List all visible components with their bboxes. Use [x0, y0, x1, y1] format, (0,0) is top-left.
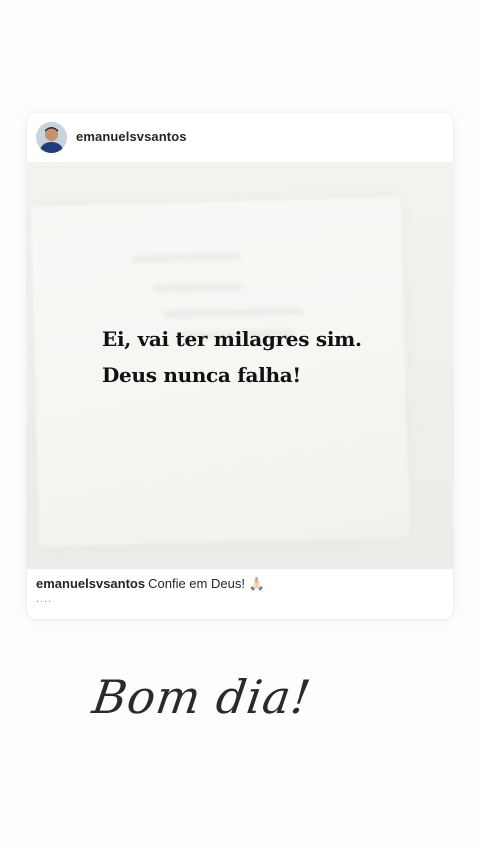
paper-text-line: [163, 307, 304, 318]
quote-line-2: Deus nunca falha!: [102, 363, 301, 387]
post-image[interactable]: Ei, vai ter milagres sim. Deus nunca fal…: [27, 162, 453, 569]
caption-username[interactable]: emanuelsvsantos: [36, 576, 145, 591]
greeting-text: Bom dia!: [89, 670, 315, 724]
paper-text-line: [152, 283, 243, 292]
post-username[interactable]: emanuelsvsantos: [76, 129, 187, 144]
post-caption: emanuelsvsantos Confie em Deus! 🙏🏻 ....: [36, 576, 446, 605]
post-quote: Ei, vai ter milagres sim. Deus nunca fal…: [102, 321, 432, 393]
caption-more[interactable]: ....: [36, 593, 446, 605]
post-header: emanuelsvsantos: [27, 113, 453, 161]
quote-line-1: Ei, vai ter milagres sim.: [102, 327, 362, 351]
avatar[interactable]: [36, 122, 67, 153]
caption-text: Confie em Deus! 🙏🏻: [148, 576, 265, 591]
shared-post-card[interactable]: emanuelsvsantos Ei, vai ter milagres sim…: [27, 113, 453, 619]
paper-text-line: [131, 253, 243, 263]
